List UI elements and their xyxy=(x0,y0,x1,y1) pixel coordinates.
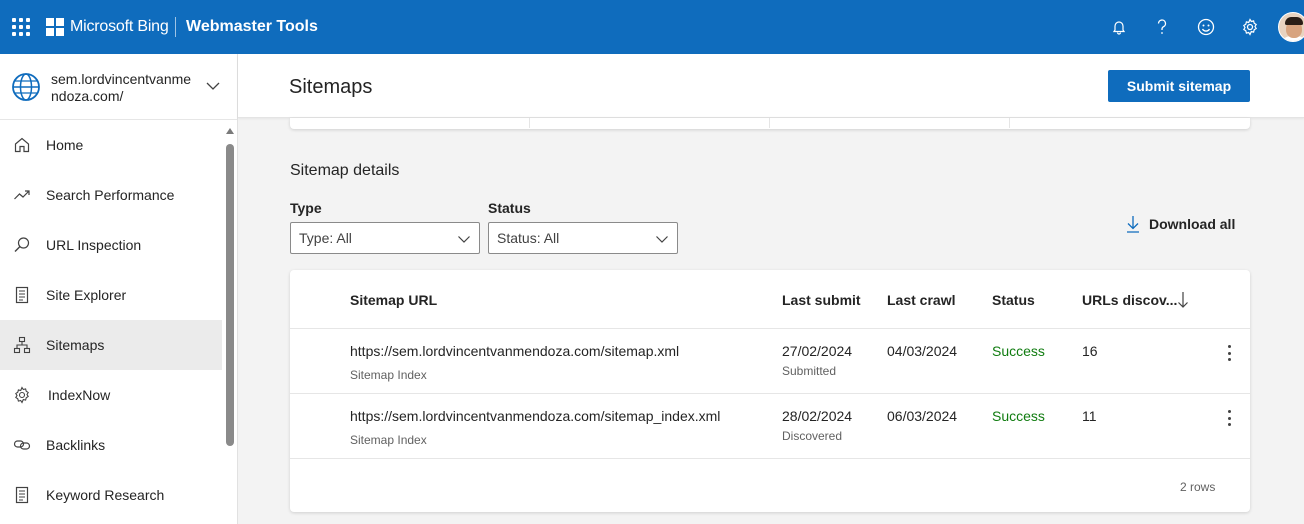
site-name: sem.lordvincentvanmendoza.com/ xyxy=(51,71,192,104)
site-selector[interactable]: sem.lordvincentvanmendoza.com/ xyxy=(0,54,237,120)
sidebar-item-sitemaps[interactable]: Sitemaps xyxy=(0,320,222,370)
sidebar-nav: Home Search Performance URL Inspection S… xyxy=(0,120,237,520)
sidebar-item-label: Site Explorer xyxy=(46,287,127,303)
sidebar-item-label: Sitemaps xyxy=(46,337,105,353)
sitemap-kind: Sitemap Index xyxy=(350,433,427,447)
sidebar-item-label: Backlinks xyxy=(46,437,106,453)
sidebar-item-label: Home xyxy=(46,137,84,153)
type-filter-dropdown[interactable]: Type: All xyxy=(290,222,480,254)
sitemap-url[interactable]: https://sem.lordvincentvanmendoza.com/si… xyxy=(350,343,679,359)
download-icon xyxy=(1127,216,1139,233)
sitemap-icon xyxy=(13,336,31,354)
sitemap-url[interactable]: https://sem.lordvincentvanmendoza.com/si… xyxy=(350,408,720,424)
sidebar-item-label: IndexNow xyxy=(48,387,111,403)
column-header-status[interactable]: Status xyxy=(992,292,1035,308)
last-crawl: 06/03/2024 xyxy=(887,408,958,424)
sitemap-kind: Sitemap Index xyxy=(350,368,427,382)
help-icon[interactable] xyxy=(1152,17,1172,37)
submit-note: Submitted xyxy=(782,364,837,378)
table-row[interactable]: https://sem.lordvincentvanmendoza.com/si… xyxy=(290,328,1250,393)
download-all-label: Download all xyxy=(1149,216,1236,232)
column-header-last-crawl[interactable]: Last crawl xyxy=(887,292,955,308)
sidebar-item-label: Search Performance xyxy=(46,187,175,203)
status-filter-dropdown[interactable]: Status: All xyxy=(488,222,678,254)
product-name[interactable]: Webmaster Tools xyxy=(186,18,318,36)
sidebar-item-backlinks[interactable]: Backlinks xyxy=(0,420,222,470)
sidebar: sem.lordvincentvanmendoza.com/ Home Sear… xyxy=(0,54,238,524)
submit-note: Discovered xyxy=(782,429,843,443)
urls-discovered: 11 xyxy=(1082,408,1097,424)
type-filter-value: Type: All xyxy=(299,230,352,246)
sidebar-item-label: URL Inspection xyxy=(46,237,142,253)
summary-card xyxy=(290,118,1250,129)
column-header-last-submit[interactable]: Last submit xyxy=(782,292,861,308)
download-all-button[interactable]: Download all xyxy=(1126,214,1235,234)
sidebar-item-home[interactable]: Home xyxy=(0,120,222,170)
more-options-icon[interactable] xyxy=(1224,408,1234,428)
gear-icon[interactable] xyxy=(1240,17,1260,37)
globe-icon xyxy=(12,73,40,101)
top-bar: Microsoft Bing Webmaster Tools xyxy=(0,0,1304,54)
sidebar-scrollbar[interactable] xyxy=(224,124,236,524)
chevron-down-icon xyxy=(656,236,668,243)
search-icon xyxy=(14,237,30,252)
status-badge: Success xyxy=(992,343,1045,359)
table-row[interactable]: https://sem.lordvincentvanmendoza.com/si… xyxy=(290,393,1250,458)
scroll-up-arrow-icon[interactable] xyxy=(226,128,234,134)
divider xyxy=(769,118,770,128)
sitemap-table: Sitemap URL Last submit Last crawl Statu… xyxy=(290,270,1250,512)
last-submit: 27/02/2024 xyxy=(782,343,853,359)
last-submit: 28/02/2024 xyxy=(782,408,853,424)
document-icon xyxy=(15,486,29,504)
brand-name[interactable]: Microsoft Bing xyxy=(70,18,169,36)
type-filter-label: Type xyxy=(290,200,322,216)
microsoft-logo xyxy=(46,18,64,36)
sidebar-item-indexnow[interactable]: IndexNow xyxy=(0,370,222,420)
chevron-down-icon[interactable] xyxy=(205,78,221,94)
chevron-down-icon xyxy=(458,236,470,243)
sort-down-icon[interactable] xyxy=(1177,291,1189,309)
sidebar-item-search-performance[interactable]: Search Performance xyxy=(0,170,222,220)
more-options-icon[interactable] xyxy=(1224,343,1234,363)
divider xyxy=(529,118,530,128)
page-header: Sitemaps Submit sitemap xyxy=(238,54,1304,118)
status-filter-label: Status xyxy=(488,200,531,216)
smiley-icon[interactable] xyxy=(1196,17,1216,37)
document-icon xyxy=(15,286,29,304)
sidebar-item-keyword-research[interactable]: Keyword Research xyxy=(0,470,222,520)
column-header-sitemap-url[interactable]: Sitemap URL xyxy=(350,292,437,308)
divider xyxy=(1009,118,1010,128)
section-title: Sitemap details xyxy=(290,162,400,179)
divider xyxy=(290,458,1250,459)
submit-sitemap-button[interactable]: Submit sitemap xyxy=(1108,70,1250,102)
sidebar-item-label: Keyword Research xyxy=(46,487,165,503)
page-title: Sitemaps xyxy=(289,76,373,98)
status-filter-value: Status: All xyxy=(497,230,560,246)
column-header-urls-discovered[interactable]: URLs discov... xyxy=(1082,292,1177,308)
last-crawl: 04/03/2024 xyxy=(887,343,958,359)
brand-divider xyxy=(175,17,176,37)
link-icon xyxy=(13,440,31,450)
waffle-icon[interactable] xyxy=(12,18,30,36)
bell-icon[interactable] xyxy=(1109,17,1129,37)
avatar[interactable] xyxy=(1278,12,1304,42)
scrollbar-thumb[interactable] xyxy=(226,144,234,446)
row-count: 2 rows xyxy=(1180,480,1216,494)
sidebar-item-url-inspection[interactable]: URL Inspection xyxy=(0,220,222,270)
urls-discovered: 16 xyxy=(1082,343,1098,359)
sidebar-item-site-explorer[interactable]: Site Explorer xyxy=(0,270,222,320)
status-badge: Success xyxy=(992,408,1045,424)
home-icon xyxy=(14,137,30,153)
trend-icon xyxy=(14,190,30,200)
gear-icon xyxy=(15,386,29,404)
